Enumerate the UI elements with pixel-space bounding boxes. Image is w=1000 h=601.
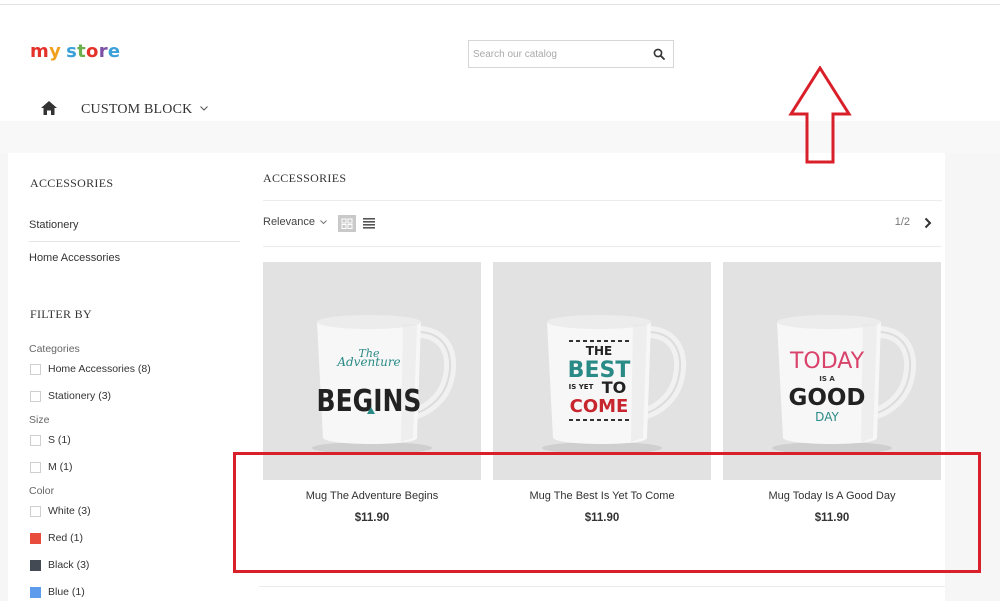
page-title: ACCESSORIES (263, 171, 347, 185)
divider (259, 586, 945, 587)
product-image[interactable]: TODAY IS A GOOD DAY (723, 262, 941, 480)
facet-label: Black (3) (48, 559, 90, 571)
annotation-up-arrow-icon (788, 66, 852, 164)
sidebar-link-stationery[interactable]: Stationery (29, 219, 79, 231)
facet-label: Blue (1) (48, 586, 85, 598)
logo-letter: m (30, 41, 50, 62)
facet-option[interactable]: M (1) (30, 461, 73, 473)
product-image[interactable]: THE BEST IS YET TO COME (493, 262, 711, 480)
facet-option[interactable]: Stationery (3) (30, 390, 111, 402)
facet-title-categories: Categories (29, 343, 80, 355)
facet-option[interactable]: White (3) (30, 505, 91, 517)
chevron-down-icon (320, 219, 327, 224)
product-image[interactable]: The Adventure BEGINS (263, 262, 481, 480)
mug-art-text: TO (602, 378, 627, 397)
facet-option[interactable]: Black (3) (30, 559, 89, 571)
checkbox[interactable] (30, 363, 41, 375)
mug-art-text: DAY (815, 410, 839, 424)
checkbox[interactable] (30, 434, 41, 446)
logo-letter: s (66, 41, 78, 62)
facet-label: S (1) (48, 434, 71, 446)
mug-art-text: Adventure (336, 355, 400, 369)
color-swatch[interactable] (30, 559, 41, 571)
facet-option[interactable]: Red (1) (30, 532, 83, 544)
logo-letter: y (49, 41, 62, 62)
sort-label: Relevance (263, 216, 315, 228)
checkbox[interactable] (30, 390, 41, 402)
nav-custom-label: CUSTOM BLOCK (81, 102, 193, 117)
facet-label: White (3) (48, 505, 91, 517)
mug-art-text: IS A (819, 375, 835, 383)
mug-image: THE BEST IS YET TO COME (542, 315, 687, 454)
mug-art-text: GOOD (788, 385, 865, 411)
color-swatch[interactable] (30, 586, 41, 598)
facet-title-color: Color (29, 485, 55, 497)
logo-letter: t (77, 41, 87, 62)
mug-art-text: IS YET (569, 383, 594, 391)
filter-heading: FILTER BY (30, 307, 92, 321)
divider (263, 246, 942, 247)
facet-option[interactable]: Home Accessories (8) (30, 363, 151, 375)
sidebar-divider (29, 241, 240, 242)
facet-label: Stationery (3) (48, 390, 112, 402)
checkbox[interactable] (30, 461, 41, 473)
facet-label: Red (1) (48, 532, 84, 544)
facet-label: M (1) (48, 461, 73, 473)
sort-dropdown[interactable]: Relevance (263, 216, 327, 228)
logo-letter: o (86, 41, 99, 62)
mug-image: TODAY IS A GOOD DAY (772, 315, 917, 454)
mug-image: The Adventure BEGINS (312, 315, 457, 454)
store-logo[interactable]: my store (30, 41, 120, 62)
chevron-right-icon[interactable] (923, 217, 933, 229)
nav-custom-block[interactable]: CUSTOM BLOCK (81, 102, 209, 118)
mug-art-text: TODAY (789, 349, 865, 374)
category-heading: ACCESSORIES (30, 176, 114, 190)
facet-label: Home Accessories (8) (48, 363, 151, 375)
chevron-down-icon (200, 106, 209, 111)
page-margin-left (0, 153, 8, 601)
divider (263, 200, 942, 201)
mug-art-text: COME (570, 396, 629, 417)
facet-title-size: Size (29, 414, 50, 426)
color-swatch[interactable] (30, 505, 41, 517)
left-sidebar: ACCESSORIES Stationery Home Accessories … (8, 153, 248, 601)
home-icon[interactable] (40, 100, 58, 116)
list-view-icon[interactable] (363, 217, 375, 229)
color-swatch[interactable] (30, 532, 41, 544)
sidebar-link-home-accessories[interactable]: Home Accessories (29, 252, 120, 264)
mug-art-text: THE (586, 344, 612, 358)
annotation-highlight-box (233, 452, 981, 573)
search-box (468, 40, 674, 68)
logo-letter: r (98, 41, 108, 62)
logo-letter: e (107, 41, 121, 62)
facet-option[interactable]: S (1) (30, 434, 71, 446)
search-icon[interactable] (653, 48, 665, 60)
search-input[interactable] (473, 45, 643, 63)
facet-option[interactable]: Blue (1) (30, 586, 85, 598)
grid-view-icon[interactable] (338, 215, 356, 232)
pagination-count: 1/2 (894, 216, 910, 228)
